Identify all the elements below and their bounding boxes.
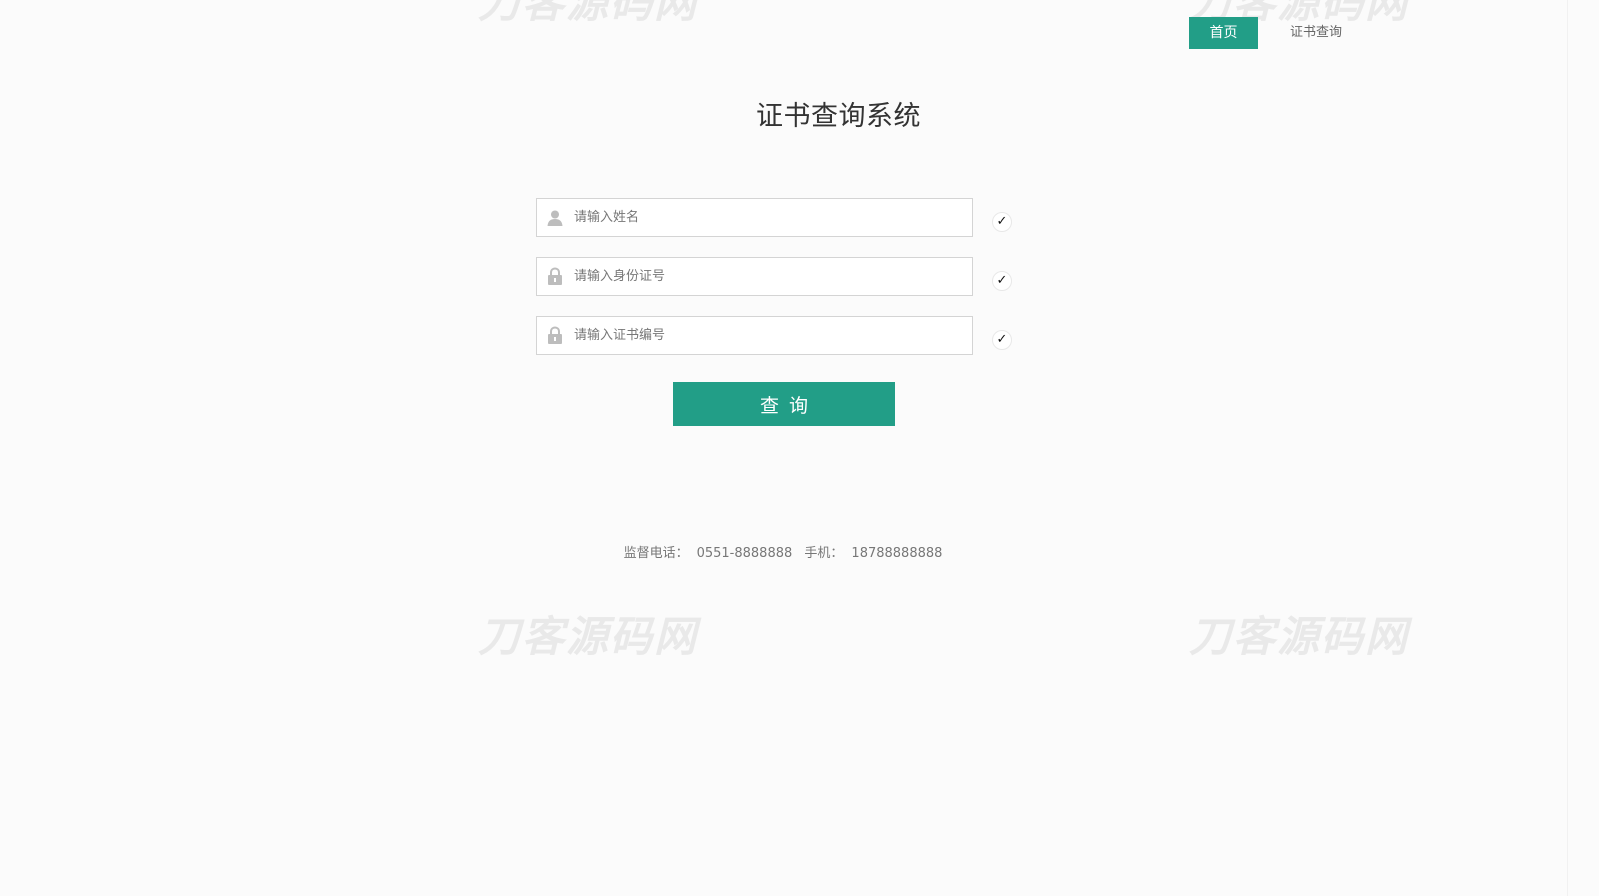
check-icon: ✓ (992, 329, 1012, 350)
watermark: 刀客源码网 (1189, 612, 1410, 661)
footer-contact: 监督电话： 0551-8888888 手机： 18788888888 (0, 542, 1566, 561)
nav-home[interactable]: 首页 (1189, 17, 1258, 49)
phone-number: 0551-8888888 (696, 546, 793, 561)
scrollbar[interactable] (1567, 0, 1599, 896)
id-number-input[interactable] (573, 259, 972, 294)
name-input[interactable] (573, 200, 972, 235)
mobile-label: 手机： (804, 546, 844, 561)
page-title: 证书查询系统 (756, 101, 921, 132)
watermark: 刀客源码网 (478, 612, 699, 661)
certificate-number-input[interactable] (573, 318, 972, 353)
phone-label: 监督电话： (623, 546, 689, 561)
name-field-box (536, 198, 973, 237)
user-icon (537, 199, 573, 236)
check-icon: ✓ (992, 270, 1012, 291)
lock-icon (537, 258, 573, 295)
name-row: ✓ (536, 198, 1026, 237)
mobile-number: 18788888888 (851, 546, 943, 561)
lock-icon (537, 317, 573, 354)
id-row: ✓ (536, 257, 1026, 296)
cert-row: ✓ (536, 316, 1026, 355)
cert-field-box (536, 316, 973, 355)
top-nav: 首页 证书查询 (1189, 17, 1362, 49)
id-field-box (536, 257, 973, 296)
query-form: ✓ ✓ ✓ (536, 198, 1026, 375)
query-button[interactable]: 查询 (673, 382, 895, 426)
watermark: 刀客源码网 (478, 0, 699, 27)
nav-certificate-query[interactable]: 证书查询 (1270, 17, 1362, 49)
check-icon: ✓ (992, 211, 1012, 232)
